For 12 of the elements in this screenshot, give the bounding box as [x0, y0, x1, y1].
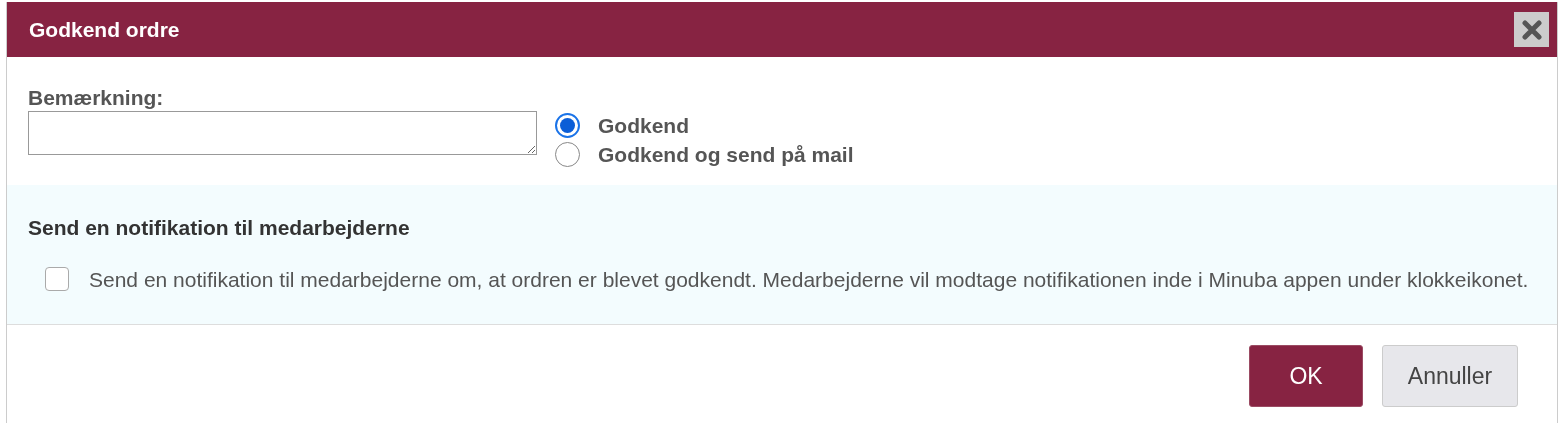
- remark-field[interactable]: [28, 111, 537, 155]
- cancel-button[interactable]: Annuller: [1382, 345, 1518, 407]
- checkbox[interactable]: [45, 267, 69, 292]
- ok-button[interactable]: OK: [1249, 345, 1363, 407]
- window-title: Godkend ordre: [29, 16, 180, 43]
- close-button[interactable]: [1514, 12, 1549, 47]
- close-icon: [1521, 19, 1542, 40]
- checkbox-label: Send en notifikation til medarbejderne om, at ordren er blevet godkendt. Medarbejderne vil modtage notifikationen inde i Minuba appen under klokkeikonet.: [89, 266, 1529, 293]
- radio-option[interactable]: Godkend: [555, 111, 689, 140]
- radio-option[interactable]: Godkend og send på mail: [555, 140, 854, 169]
- section-heading: Send en notifikation til medarbejderne: [28, 215, 411, 241]
- remark-label: Bemærkning:: [28, 87, 165, 109]
